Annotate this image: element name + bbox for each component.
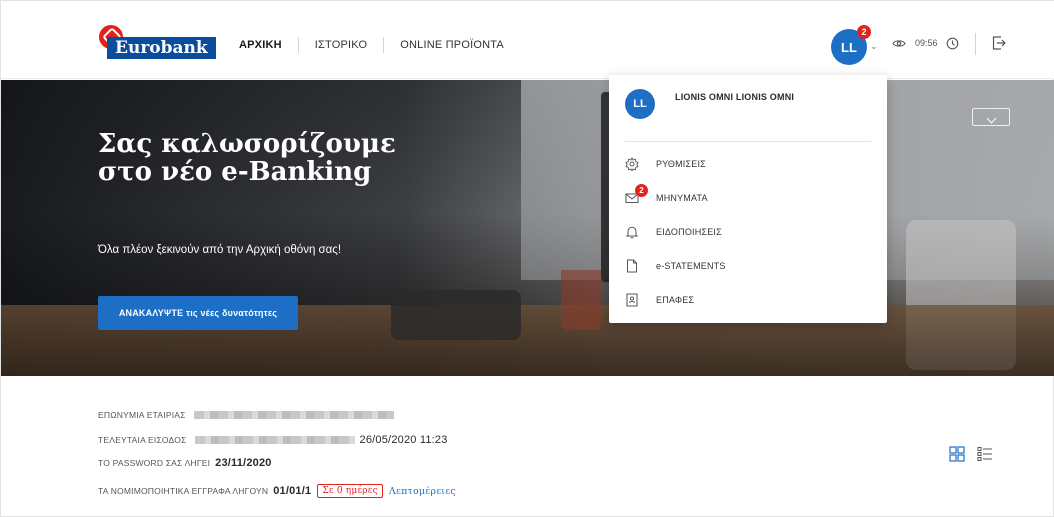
menu-item-estatements[interactable]: e-STATEMENTS	[625, 256, 871, 276]
app-window: Eurobank ΑΡΧΙΚΗ ΙΣΤΟΡΙΚΟ ONLINE ΠΡΟΪΟΝΤΑ…	[0, 0, 1054, 517]
messages-badge: 2	[635, 184, 648, 197]
discover-features-button[interactable]: ΑΝΑΚΑΛΥΨΤΕ τις νέες δυνατότητες	[98, 296, 298, 330]
logout-icon[interactable]	[991, 35, 1007, 51]
logo-wordmark: Eurobank	[107, 37, 216, 59]
main-nav: ΑΡΧΙΚΗ ΙΣΤΟΡΙΚΟ ONLINE ΠΡΟΪΟΝΤΑ	[239, 37, 520, 53]
grid-view-icon[interactable]	[949, 446, 965, 462]
company-row: ΕΠΩΝΥΜΙΑ ΕΤΑΙΡΙΑΣ	[98, 410, 394, 420]
session-timer: 09:56	[915, 38, 938, 48]
menu-label-notifications: ΕΙΔΟΠΟΙΗΣΕΙΣ	[656, 227, 722, 237]
details-link[interactable]: Λεπτομέρειες	[389, 486, 456, 497]
hero-background-phone	[391, 290, 521, 340]
password-row: ΤΟ PASSWORD ΣΑΣ ΛΗΓΕΙ 23/11/2020	[98, 457, 272, 469]
password-label: ΤΟ PASSWORD ΣΑΣ ΛΗΓΕΙ	[98, 458, 211, 468]
eurobank-logo[interactable]: Eurobank	[97, 25, 227, 59]
contacts-icon	[626, 293, 638, 307]
bell-icon	[625, 226, 639, 239]
menu-label-contacts: ΕΠΑΦΕΣ	[656, 295, 695, 305]
dropdown-divider	[625, 141, 871, 142]
gear-icon	[625, 157, 639, 171]
nav-item-home[interactable]: ΑΡΧΙΚΗ	[239, 37, 298, 53]
nav-item-history[interactable]: ΙΣΤΟΡΙΚΟ	[297, 37, 383, 53]
company-value-redacted	[193, 411, 394, 419]
last-login-value: 26/05/2020 11:23	[359, 434, 448, 446]
dropdown-avatar: LL	[625, 89, 655, 119]
dropdown-user-name: LIONIS OMNI LIONIS OMNI	[675, 92, 795, 102]
top-header: Eurobank ΑΡΧΙΚΗ ΙΣΤΟΡΙΚΟ ONLINE ΠΡΟΪΟΝΤΑ…	[1, 1, 1054, 79]
eye-icon[interactable]	[892, 39, 906, 48]
banner-collapse-button[interactable]	[972, 108, 1010, 126]
last-login-row: ΤΕΛΕΥΤΑΙΑ ΕΙΣΟΔΟΣ 26/05/2020 11:23	[98, 434, 448, 446]
documents-row: ΤΑ ΝΟΜΙΜΟΠΟΙΗΤΙΚΑ ΕΓΓΡΑΦΑ ΛΗΓΟΥΝ 01/01/1…	[98, 484, 456, 498]
nav-item-online-products[interactable]: ONLINE ΠΡΟΪΟΝΤΑ	[383, 37, 520, 53]
hero-title: Σας καλωσορίζουμε στο νέο e-Banking	[98, 129, 396, 187]
hero-banner: Σας καλωσορίζουμε στο νέο e-Banking Όλα …	[1, 80, 1054, 376]
last-login-label: ΤΕΛΕΥΤΑΙΑ ΕΙΣΟΔΟΣ	[98, 435, 187, 445]
menu-item-settings[interactable]: ΡΥΘΜΙΣΕΙΣ	[625, 154, 871, 174]
hero-background-cup	[561, 270, 601, 330]
expiry-badge: Σε 0 ημέρες	[317, 484, 383, 498]
menu-label-estatements: e-STATEMENTS	[656, 261, 726, 271]
menu-item-messages[interactable]: 2 ΜΗΝΥΜΑΤΑ	[625, 184, 871, 208]
password-value: 23/11/2020	[215, 457, 272, 469]
list-view-icon[interactable]	[977, 446, 993, 462]
last-login-redacted	[194, 436, 355, 444]
documents-label: ΤΑ ΝΟΜΙΜΟΠΟΙΗΤΙΚΑ ΕΓΓΡΑΦΑ ΛΗΓΟΥΝ	[98, 486, 269, 496]
user-menu-dropdown: LL LIONIS OMNI LIONIS OMNI ΡΥΘΜΙΣΕΙΣ 2 Μ…	[609, 75, 887, 323]
notification-badge: 2	[857, 25, 871, 39]
header-divider	[975, 33, 976, 55]
document-icon	[627, 259, 637, 273]
documents-value: 01/01/1	[273, 485, 312, 497]
menu-item-contacts[interactable]: ΕΠΑΦΕΣ	[625, 290, 871, 310]
clock-icon[interactable]	[946, 37, 959, 50]
company-label: ΕΠΩΝΥΜΙΑ ΕΤΑΙΡΙΑΣ	[98, 410, 186, 420]
chevron-down-icon[interactable]: ⌄	[870, 41, 878, 52]
menu-label-settings: ΡΥΘΜΙΣΕΙΣ	[656, 159, 706, 169]
hero-subtitle: Όλα πλέον ξεκινούν από την Αρχική οθόνη …	[98, 244, 342, 256]
menu-label-messages: ΜΗΝΥΜΑΤΑ	[656, 193, 708, 203]
menu-item-notifications[interactable]: ΕΙΔΟΠΟΙΗΣΕΙΣ	[625, 222, 871, 242]
